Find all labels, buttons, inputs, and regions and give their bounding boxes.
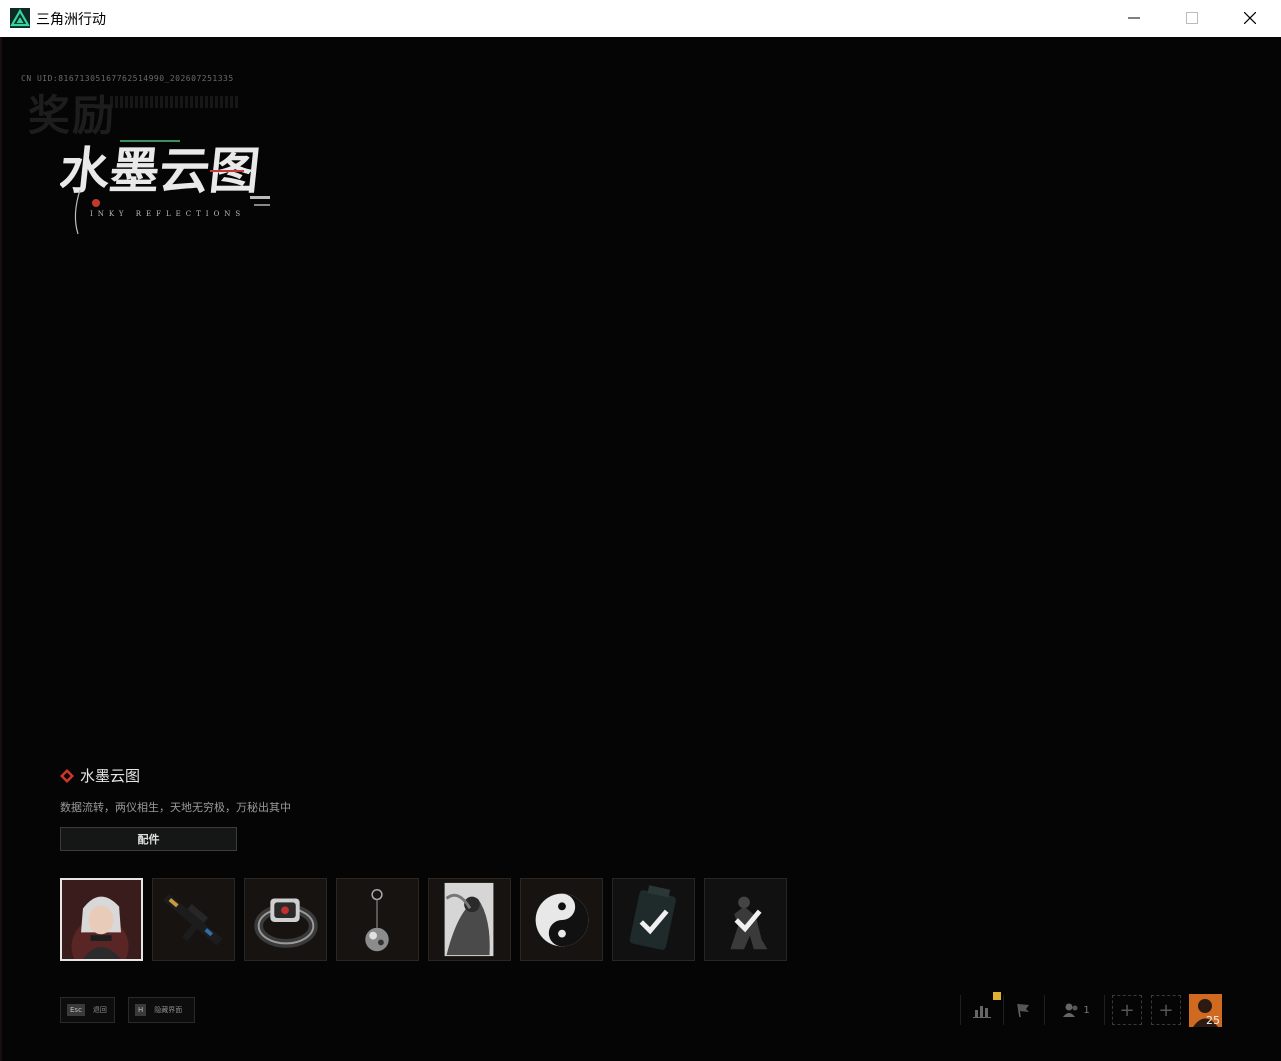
parts-button[interactable]: 配件 xyxy=(60,827,237,851)
reward-item-pose[interactable] xyxy=(704,878,787,961)
delta-force-logo-icon xyxy=(10,8,30,28)
collection-logo-subtitle: INKY REFLECTIONS xyxy=(90,210,245,218)
hide-ui-label: 隐藏界面 xyxy=(154,1006,183,1014)
plus-icon: + xyxy=(1158,999,1174,1021)
back-label: 退回 xyxy=(92,1006,107,1014)
maximize-icon xyxy=(1186,12,1198,24)
window-titlebar: 三角洲行动 xyxy=(0,0,1281,37)
hud-divider xyxy=(960,995,961,1025)
decorative-bars xyxy=(110,96,240,108)
collection-logo: 水墨云图 INKY REFLECTIONS xyxy=(57,130,292,240)
player-level: 25 xyxy=(1206,1014,1220,1027)
pendant-charm-icon xyxy=(365,889,389,952)
add-member-slot[interactable]: + xyxy=(1151,995,1181,1025)
bracelet-icon xyxy=(254,898,318,948)
hud-divider xyxy=(1044,995,1045,1025)
flag-button[interactable] xyxy=(1008,992,1038,1028)
card-art-icon xyxy=(444,882,494,957)
rarity-diamond-icon xyxy=(60,768,74,783)
hud-divider xyxy=(1104,995,1105,1025)
operator-portrait-icon xyxy=(62,880,141,959)
h-key: H xyxy=(135,1004,147,1016)
close-icon xyxy=(1244,12,1256,24)
close-button[interactable] xyxy=(1221,0,1279,36)
window-title: 三角洲行动 xyxy=(36,12,106,28)
maximize-button[interactable] xyxy=(1163,0,1221,36)
notification-badge xyxy=(993,992,1001,1000)
item-title: 水墨云图 xyxy=(60,765,140,786)
flag-icon xyxy=(1017,1003,1029,1018)
reward-item-device[interactable] xyxy=(612,878,695,961)
reward-item-emblem[interactable] xyxy=(520,878,603,961)
player-avatar[interactable]: 25 xyxy=(1189,994,1222,1027)
esc-back-hint[interactable]: Esc 退回 xyxy=(60,997,115,1023)
esc-key: Esc xyxy=(67,1004,85,1016)
minimize-button[interactable] xyxy=(1105,0,1163,36)
reward-item-operator[interactable] xyxy=(60,878,143,961)
reward-item-pendant[interactable] xyxy=(336,878,419,961)
window-edge xyxy=(0,37,2,1061)
minimize-icon xyxy=(1128,17,1140,19)
item-name: 水墨云图 xyxy=(80,767,141,785)
hud-divider xyxy=(1003,995,1004,1025)
reward-item-rifle[interactable] xyxy=(152,878,235,961)
rifle-skin-icon xyxy=(162,893,223,946)
device-checkmark-icon xyxy=(629,885,676,950)
add-member-slot[interactable]: + xyxy=(1112,995,1142,1025)
bar-chart-icon xyxy=(973,1006,991,1018)
party-button[interactable]: 1 xyxy=(1056,992,1096,1028)
plus-icon: + xyxy=(1119,999,1135,1021)
yin-yang-emblem-icon xyxy=(535,893,589,947)
reward-item-card[interactable] xyxy=(428,878,511,961)
people-icon xyxy=(1063,1003,1078,1017)
pose-checkmark-icon xyxy=(730,896,768,950)
party-count: 1 xyxy=(1083,1004,1090,1016)
hide-ui-hint[interactable]: H 隐藏界面 xyxy=(128,997,195,1023)
reward-item-bracelet[interactable] xyxy=(244,878,327,961)
item-description: 数据流转，两仪相生，天地无穷极，万秘出其中 xyxy=(60,801,291,814)
